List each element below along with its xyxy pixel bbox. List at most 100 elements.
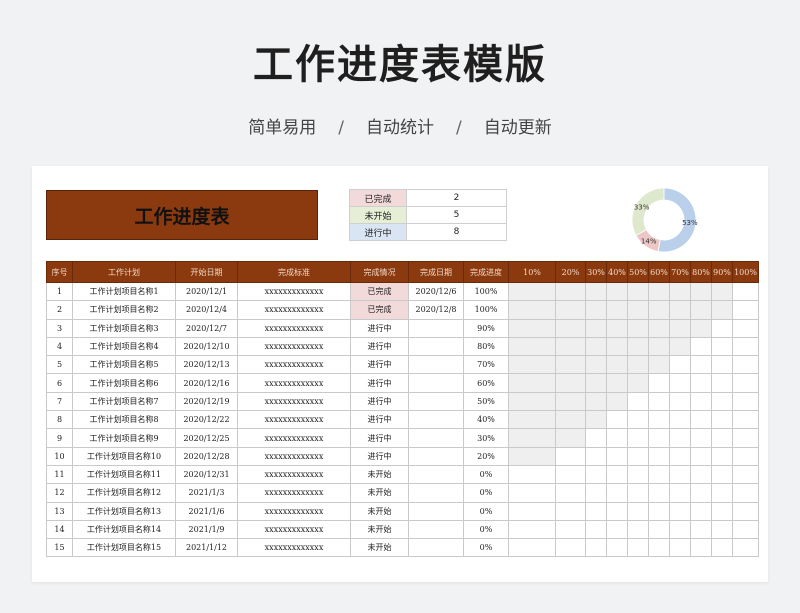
column-header[interactable]: 80% — [690, 261, 712, 283]
progress-bar-cell[interactable] — [711, 464, 733, 485]
cell-progress[interactable]: 0% — [463, 519, 509, 540]
progress-bar-cell[interactable] — [732, 281, 759, 302]
cell-start-date[interactable]: 2020/12/13 — [175, 355, 238, 375]
progress-bar-cell[interactable] — [585, 538, 607, 558]
progress-bar-cell[interactable] — [669, 336, 691, 357]
donut-slice[interactable] — [631, 187, 665, 236]
cell-plan[interactable]: 工作计划项目名称13 — [72, 501, 176, 521]
cell-plan[interactable]: 工作计划项目名称15 — [72, 538, 176, 558]
cell-index[interactable]: 10 — [46, 446, 73, 466]
cell-index[interactable]: 7 — [46, 391, 73, 412]
cell-plan[interactable]: 工作计划项目名称11 — [72, 464, 176, 485]
cell-standard[interactable]: xxxxxxxxxxxxx — [237, 519, 351, 540]
cell-start-date[interactable]: 2020/12/10 — [175, 336, 238, 357]
progress-bar-cell[interactable] — [732, 464, 759, 485]
progress-bar-cell[interactable] — [711, 446, 733, 466]
cell-index[interactable]: 11 — [46, 464, 73, 485]
progress-bar-cell[interactable] — [711, 318, 733, 338]
progress-bar-cell[interactable] — [627, 428, 649, 448]
column-header[interactable]: 90% — [711, 261, 733, 283]
progress-bar-cell[interactable] — [508, 281, 556, 302]
cell-plan[interactable]: 工作计划项目名称2 — [72, 300, 176, 320]
cell-start-date[interactable]: 2020/12/1 — [175, 281, 238, 302]
progress-bar-cell[interactable] — [555, 281, 586, 302]
column-header[interactable]: 开始日期 — [175, 261, 238, 283]
progress-bar-cell[interactable] — [606, 336, 628, 357]
progress-bar-cell[interactable] — [711, 373, 733, 393]
progress-bar-cell[interactable] — [585, 373, 607, 393]
progress-bar-cell[interactable] — [732, 501, 759, 521]
cell-done-date[interactable] — [408, 318, 464, 338]
progress-bar-cell[interactable] — [648, 391, 670, 412]
cell-status[interactable]: 进行中 — [350, 373, 409, 393]
progress-bar-cell[interactable] — [648, 410, 670, 430]
progress-bar-cell[interactable] — [508, 336, 556, 357]
cell-done-date[interactable] — [408, 483, 464, 503]
progress-bar-cell[interactable] — [627, 519, 649, 540]
progress-bar-cell[interactable] — [508, 483, 556, 503]
cell-status[interactable]: 未开始 — [350, 538, 409, 558]
cell-status[interactable]: 进行中 — [350, 336, 409, 357]
progress-bar-cell[interactable] — [606, 501, 628, 521]
cell-start-date[interactable]: 2020/12/7 — [175, 318, 238, 338]
column-header[interactable]: 40% — [606, 261, 628, 283]
progress-bar-cell[interactable] — [732, 410, 759, 430]
progress-bar-cell[interactable] — [711, 428, 733, 448]
progress-bar-cell[interactable] — [555, 428, 586, 448]
progress-bar-cell[interactable] — [669, 318, 691, 338]
progress-bar-cell[interactable] — [508, 318, 556, 338]
progress-bar-cell[interactable] — [555, 501, 586, 521]
column-header[interactable]: 完成标准 — [237, 261, 351, 283]
column-header[interactable]: 50% — [627, 261, 649, 283]
progress-bar-cell[interactable] — [606, 318, 628, 338]
cell-done-date[interactable] — [408, 464, 464, 485]
progress-bar-cell[interactable] — [585, 428, 607, 448]
progress-bar-cell[interactable] — [585, 300, 607, 320]
progress-bar-cell[interactable] — [732, 519, 759, 540]
progress-bar-cell[interactable] — [732, 446, 759, 466]
progress-bar-cell[interactable] — [606, 391, 628, 412]
progress-bar-cell[interactable] — [711, 355, 733, 375]
cell-progress[interactable]: 70% — [463, 355, 509, 375]
column-header[interactable]: 30% — [585, 261, 607, 283]
progress-bar-cell[interactable] — [606, 464, 628, 485]
progress-bar-cell[interactable] — [606, 281, 628, 302]
cell-progress[interactable]: 100% — [463, 281, 509, 302]
progress-bar-cell[interactable] — [585, 355, 607, 375]
progress-bar-cell[interactable] — [732, 373, 759, 393]
cell-progress[interactable]: 0% — [463, 483, 509, 503]
progress-bar-cell[interactable] — [508, 300, 556, 320]
cell-progress[interactable]: 0% — [463, 501, 509, 521]
progress-bar-cell[interactable] — [690, 501, 712, 521]
cell-index[interactable]: 15 — [46, 538, 73, 558]
cell-done-date[interactable] — [408, 355, 464, 375]
cell-index[interactable]: 8 — [46, 410, 73, 430]
cell-done-date[interactable] — [408, 428, 464, 448]
cell-done-date[interactable] — [408, 519, 464, 540]
progress-bar-cell[interactable] — [627, 538, 649, 558]
cell-index[interactable]: 5 — [46, 355, 73, 375]
cell-standard[interactable]: xxxxxxxxxxxxx — [237, 281, 351, 302]
cell-progress[interactable]: 0% — [463, 464, 509, 485]
progress-bar-cell[interactable] — [508, 501, 556, 521]
progress-bar-cell[interactable] — [606, 428, 628, 448]
progress-bar-cell[interactable] — [555, 538, 586, 558]
cell-start-date[interactable]: 2020/12/4 — [175, 300, 238, 320]
column-header[interactable]: 完成情况 — [350, 261, 409, 283]
summary-count[interactable]: 8 — [406, 223, 507, 241]
cell-index[interactable]: 2 — [46, 300, 73, 320]
progress-bar-cell[interactable] — [555, 446, 586, 466]
cell-done-date[interactable]: 2020/12/8 — [408, 300, 464, 320]
progress-bar-cell[interactable] — [711, 300, 733, 320]
cell-progress[interactable]: 100% — [463, 300, 509, 320]
progress-bar-cell[interactable] — [627, 373, 649, 393]
column-header[interactable]: 序号 — [46, 261, 73, 283]
cell-status[interactable]: 已完成 — [350, 281, 409, 302]
summary-count[interactable]: 5 — [406, 206, 507, 224]
progress-bar-cell[interactable] — [690, 281, 712, 302]
cell-standard[interactable]: xxxxxxxxxxxxx — [237, 391, 351, 412]
cell-plan[interactable]: 工作计划项目名称8 — [72, 410, 176, 430]
progress-bar-cell[interactable] — [669, 483, 691, 503]
cell-status[interactable]: 进行中 — [350, 355, 409, 375]
cell-standard[interactable]: xxxxxxxxxxxxx — [237, 373, 351, 393]
